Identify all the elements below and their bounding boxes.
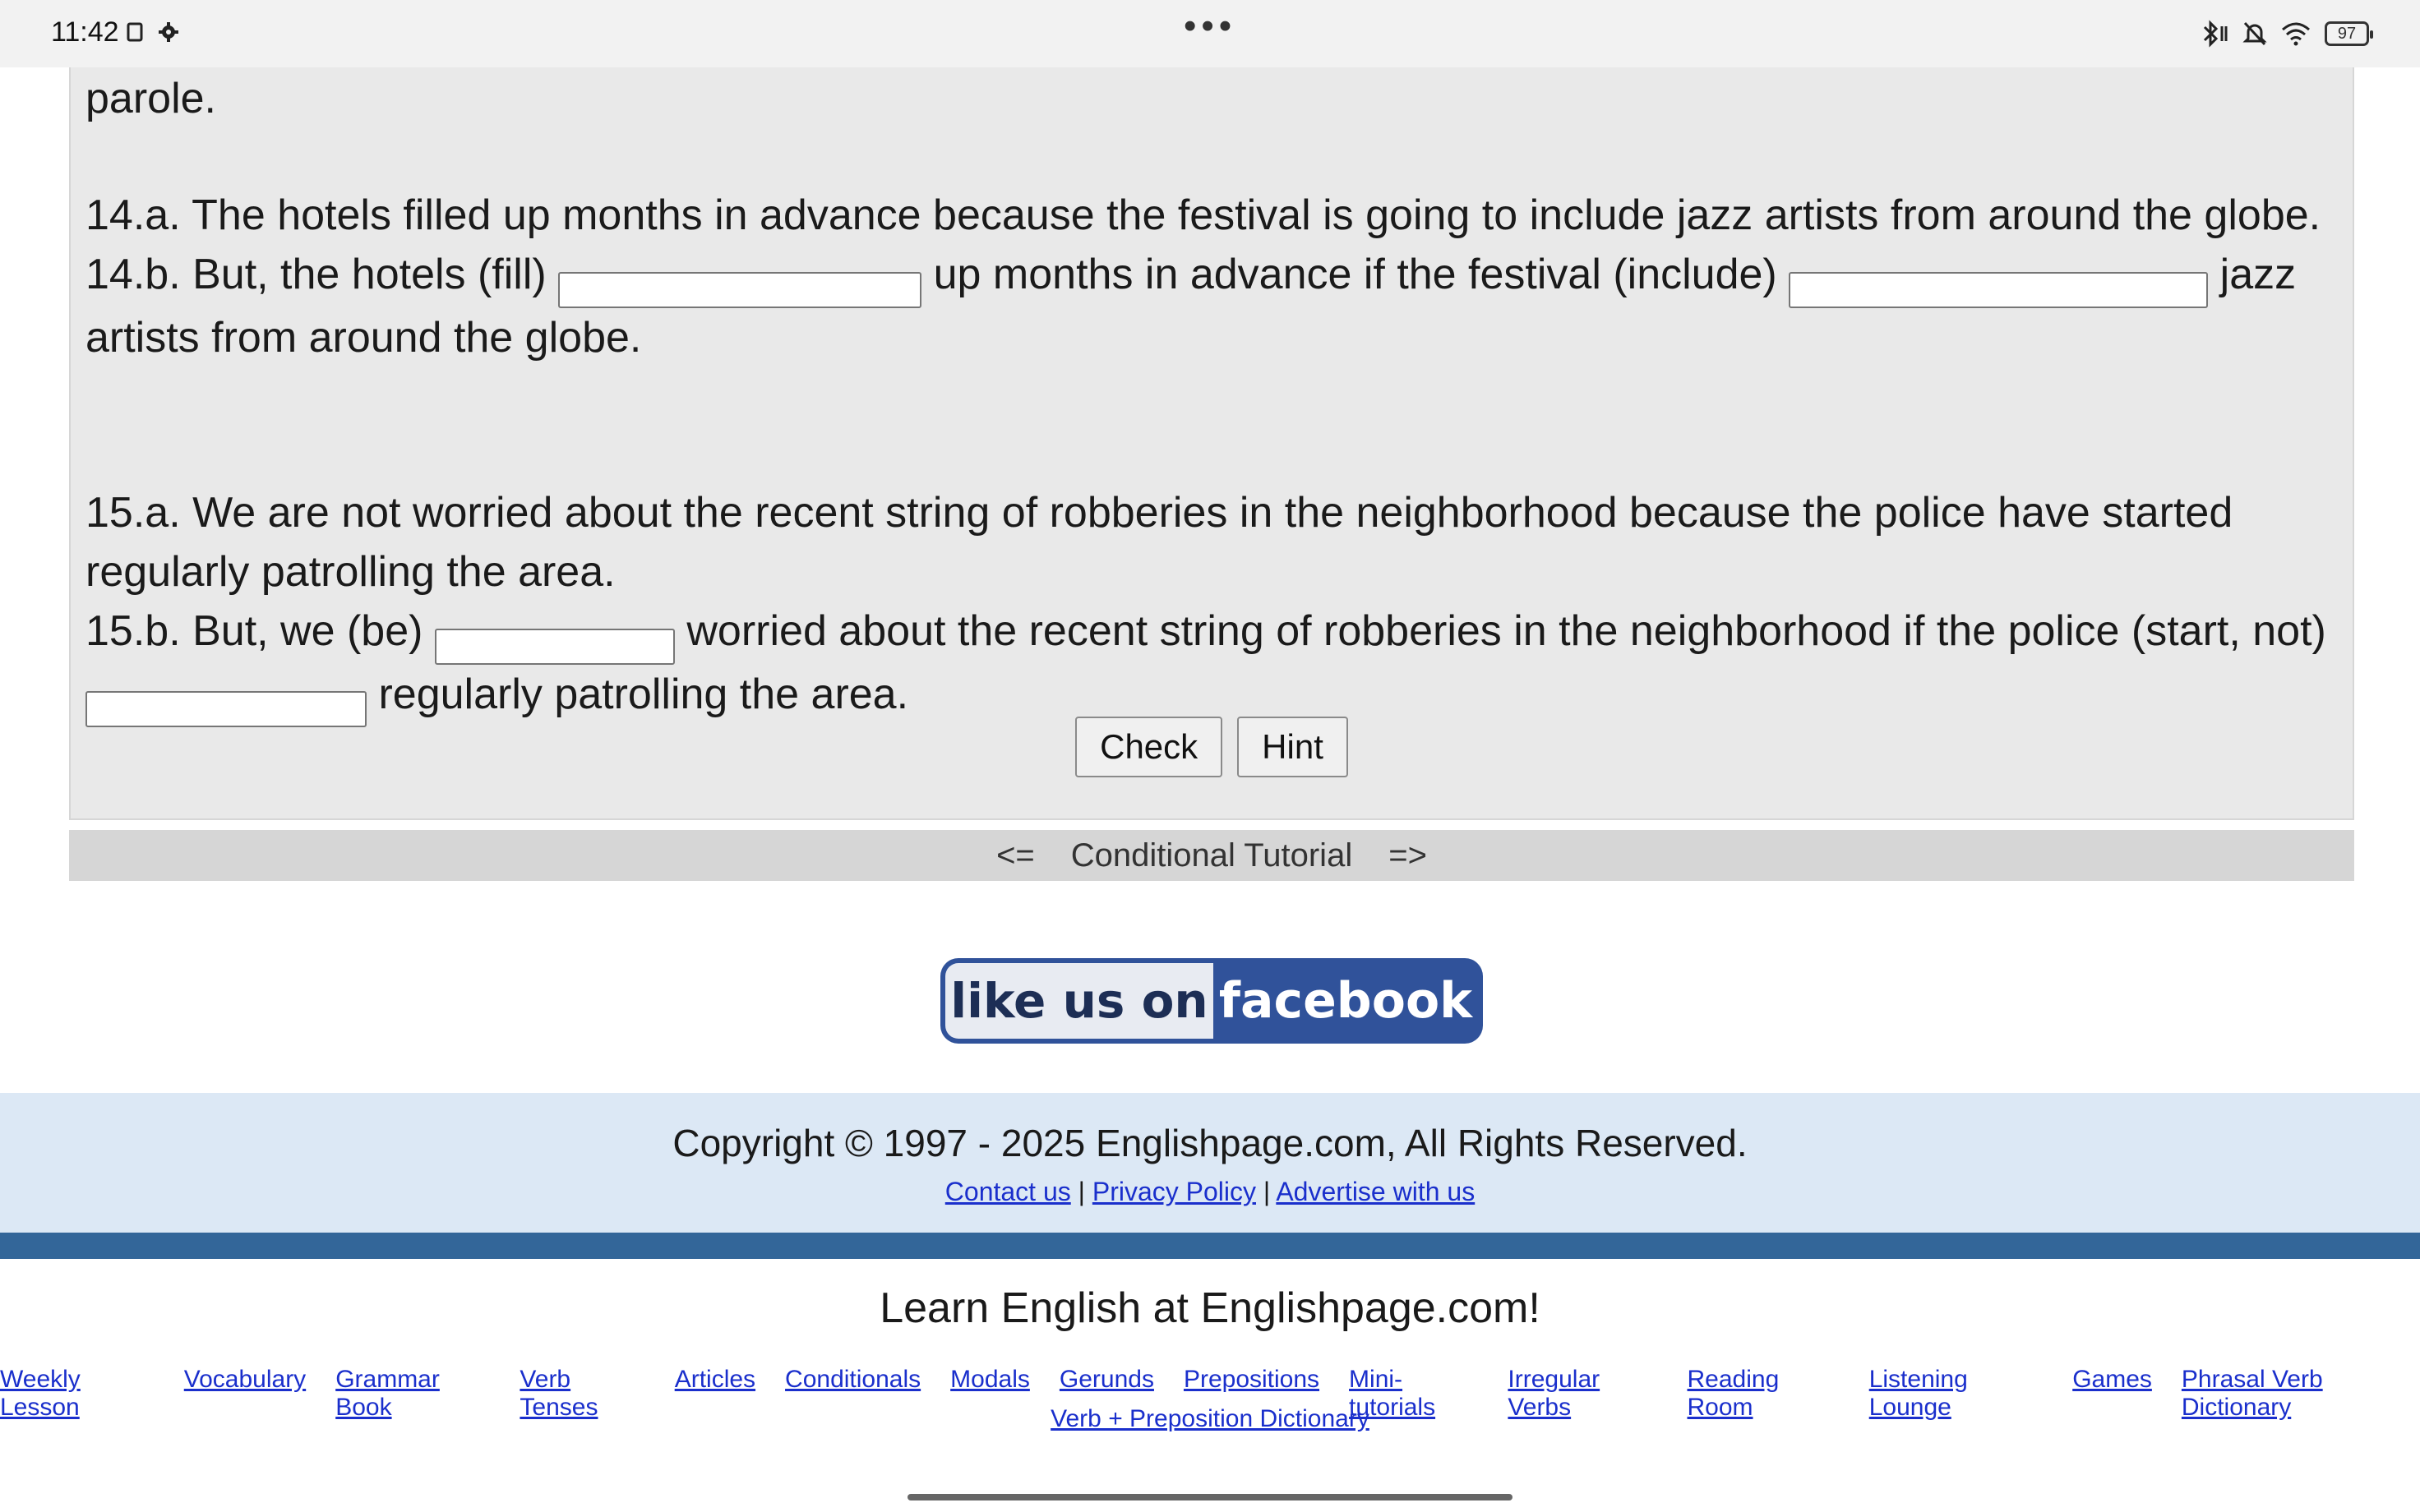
question-15a-line-2: regularly patrolling the area.: [85, 548, 616, 596]
q15b-be-input[interactable]: [434, 628, 675, 665]
status-bar: 11:42 ••• 97: [0, 0, 2420, 67]
link-separator: |: [1078, 1177, 1085, 1206]
q15b-text-3: regularly patrolling the area.: [378, 670, 909, 718]
exercise-panel: parole. 14.a. The hotels filled up month…: [69, 67, 2354, 820]
question-14a: 14.a. The hotels filled up months in adv…: [85, 191, 2321, 239]
privacy-policy-link[interactable]: Privacy Policy: [1092, 1177, 1256, 1206]
top-menu-dots[interactable]: •••: [1184, 8, 1236, 44]
footer-title: Learn English at Englishpage.com!: [880, 1284, 1540, 1332]
footer-nav-links-row-2: Verb + Preposition Dictionary: [0, 1405, 2420, 1433]
status-right-icons: 97: [2200, 20, 2373, 48]
hint-button[interactable]: Hint: [1237, 717, 1348, 777]
mute-icon: [2242, 21, 2267, 46]
advertise-link[interactable]: Advertise with us: [1276, 1177, 1475, 1206]
question-15a-line-1: 15.a. We are not worried about the recen…: [85, 489, 2233, 537]
q15b-text-2: worried about the recent string of robbe…: [686, 607, 2326, 655]
q14b-text-3: jazz: [2219, 251, 2297, 298]
copyright-text: Copyright © 1997 - 2025 Englishpage.com,…: [672, 1122, 1748, 1164]
settings-icon: [159, 22, 178, 42]
copyright-links: Contact us | Privacy Policy | Advertise …: [0, 1177, 2420, 1207]
carryover-text: parole.: [85, 75, 216, 122]
battery-icon: 97: [2325, 21, 2373, 46]
facebook-brand-text: facebook: [1218, 972, 1473, 1030]
tutorial-title[interactable]: Conditional Tutorial: [1071, 837, 1352, 874]
q14b-text-4: artists from around the globe.: [85, 313, 642, 362]
footer-divider-stripe: [0, 1233, 2420, 1259]
prev-page-link[interactable]: <=: [996, 837, 1035, 874]
next-page-link[interactable]: =>: [1388, 837, 1427, 874]
facebook-like-text: like us on: [945, 963, 1213, 1039]
copyright-band: Copyright © 1997 - 2025 Englishpage.com,…: [0, 1093, 2420, 1233]
status-time: 11:42: [51, 16, 119, 48]
button-row: Check Hint: [71, 717, 2353, 777]
home-indicator-bar[interactable]: [908, 1494, 1512, 1500]
link-separator: |: [1263, 1177, 1271, 1206]
tutorial-nav-bar: <= Conditional Tutorial =>: [69, 830, 2354, 881]
check-button[interactable]: Check: [1075, 717, 1223, 777]
footer-link-verb-preposition-dictionary[interactable]: Verb + Preposition Dictionary: [1051, 1405, 1369, 1432]
wifi-icon: [2282, 22, 2310, 46]
contact-us-link[interactable]: Contact us: [945, 1177, 1071, 1206]
q14b-text-2: up months in advance if the festival (in…: [933, 251, 1777, 298]
q14b-include-input[interactable]: [1789, 271, 2209, 308]
facebook-like-badge[interactable]: like us on facebook: [940, 958, 1483, 1044]
tablet-icon: [127, 22, 143, 42]
question-14b: 14.b. But, the hotels (fill) up months i…: [85, 245, 2338, 367]
q14b-fill-input[interactable]: [558, 271, 922, 308]
q15b-text-1: 15.b. But, we (be): [85, 607, 423, 655]
q14b-text-1: 14.b. But, the hotels (fill): [85, 251, 547, 298]
status-left-icons: [127, 21, 179, 43]
bluetooth-icon: [2203, 20, 2228, 48]
question-15b: 15.b. But, we (be) worried about the rec…: [85, 602, 2338, 727]
